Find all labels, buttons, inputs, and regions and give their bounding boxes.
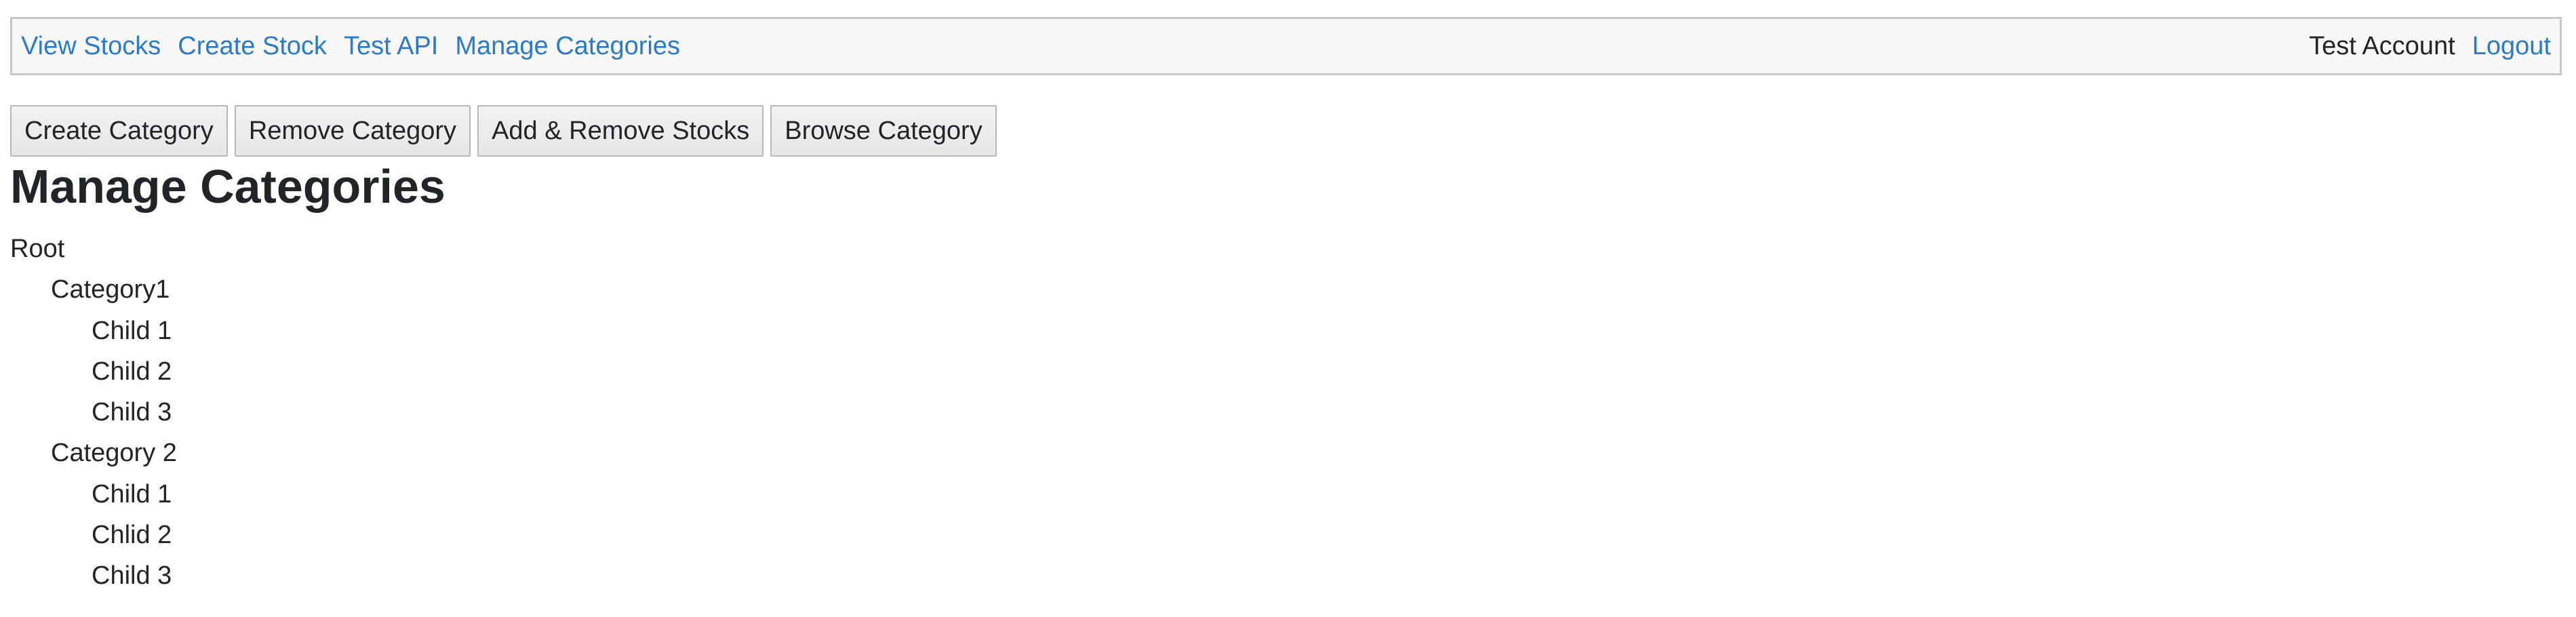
tree-child[interactable]: Child 2 — [10, 351, 177, 392]
nav-links: View Stocks Create Stock Test API Manage… — [21, 32, 697, 61]
remove-category-button[interactable]: Remove Category — [234, 105, 471, 157]
tree-child[interactable]: Chlid 2 — [10, 515, 177, 555]
account-area: Test Account Logout — [2309, 32, 2551, 61]
add-remove-stocks-button[interactable]: Add & Remove Stocks — [477, 105, 764, 157]
account-name: Test Account — [2309, 31, 2455, 60]
top-navbar: View Stocks Create Stock Test API Manage… — [10, 17, 2562, 75]
nav-link-view-stocks[interactable]: View Stocks — [21, 32, 161, 61]
logout-link[interactable]: Logout — [2472, 32, 2551, 61]
category-tree: Root Category1 Child 1 Child 2 Child 3 Catego… — [10, 228, 177, 597]
nav-link-test-api[interactable]: Test API — [344, 32, 438, 61]
page: View Stocks Create Stock Test API Manage… — [0, 0, 2576, 617]
tree-category[interactable]: Category 2 — [10, 433, 177, 473]
nav-link-create-stock[interactable]: Create Stock — [178, 32, 327, 61]
create-category-button[interactable]: Create Category — [10, 105, 228, 157]
tree-child[interactable]: Child 1 — [10, 311, 177, 351]
tree-root[interactable]: Root — [10, 228, 177, 269]
browse-category-button[interactable]: Browse Category — [770, 105, 997, 157]
nav-link-manage-categories[interactable]: Manage Categories — [455, 32, 680, 61]
tree-child[interactable]: Child 3 — [10, 392, 177, 433]
tree-child[interactable]: Child 3 — [10, 555, 177, 596]
category-toolbar: Create Category Remove Category Add & Re… — [10, 105, 997, 157]
page-title: Manage Categories — [10, 160, 445, 213]
tree-category[interactable]: Category1 — [10, 269, 177, 310]
tree-child[interactable]: Child 1 — [10, 474, 177, 515]
